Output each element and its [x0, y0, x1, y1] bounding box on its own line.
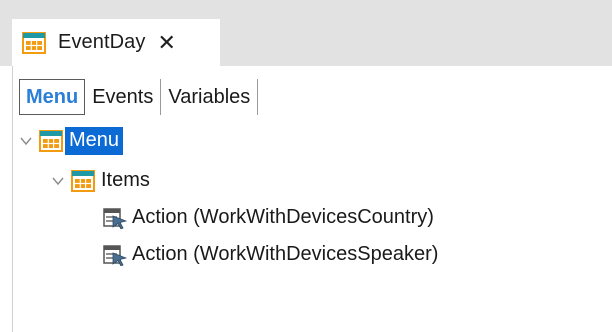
tree-node-label: Items: [101, 169, 150, 191]
tab-variables[interactable]: Variables: [161, 79, 259, 115]
menu-grid-icon: [71, 170, 95, 192]
action-panel-icon: [103, 245, 127, 266]
action-panel-icon: [103, 208, 127, 229]
document-tab-eventday[interactable]: EventDay ✕: [12, 19, 220, 66]
document-tab-title: EventDay: [58, 31, 146, 53]
menu-editor-panel: Menu Events Variables Menu Items Action …: [12, 66, 612, 332]
menu-grid-icon: [22, 31, 46, 54]
chevron-down-icon[interactable]: [19, 134, 33, 148]
document-tab-strip: EventDay ✕: [0, 0, 612, 66]
menu-grid-icon: [39, 130, 63, 152]
tree-node-action[interactable]: Action (WorkWithDevicesCountry): [103, 203, 438, 233]
tree-node-action[interactable]: Action (WorkWithDevicesSpeaker): [103, 240, 442, 270]
tree-node-label: Menu: [65, 127, 124, 155]
tab-menu[interactable]: Menu: [19, 79, 86, 115]
tree-node-items[interactable]: Items: [51, 166, 154, 196]
editor-subtabs: Menu Events Variables: [19, 79, 259, 115]
tab-events[interactable]: Events: [85, 79, 162, 115]
editor-window: EventDay ✕ Menu Events Variables Menu It…: [0, 0, 612, 332]
tree-node-label: Action (WorkWithDevicesSpeaker): [132, 243, 439, 265]
close-icon[interactable]: ✕: [158, 31, 176, 54]
tree-node-label: Action (WorkWithDevicesCountry): [132, 206, 434, 228]
tree-node-menu[interactable]: Menu: [19, 126, 124, 156]
chevron-down-icon[interactable]: [51, 174, 65, 188]
